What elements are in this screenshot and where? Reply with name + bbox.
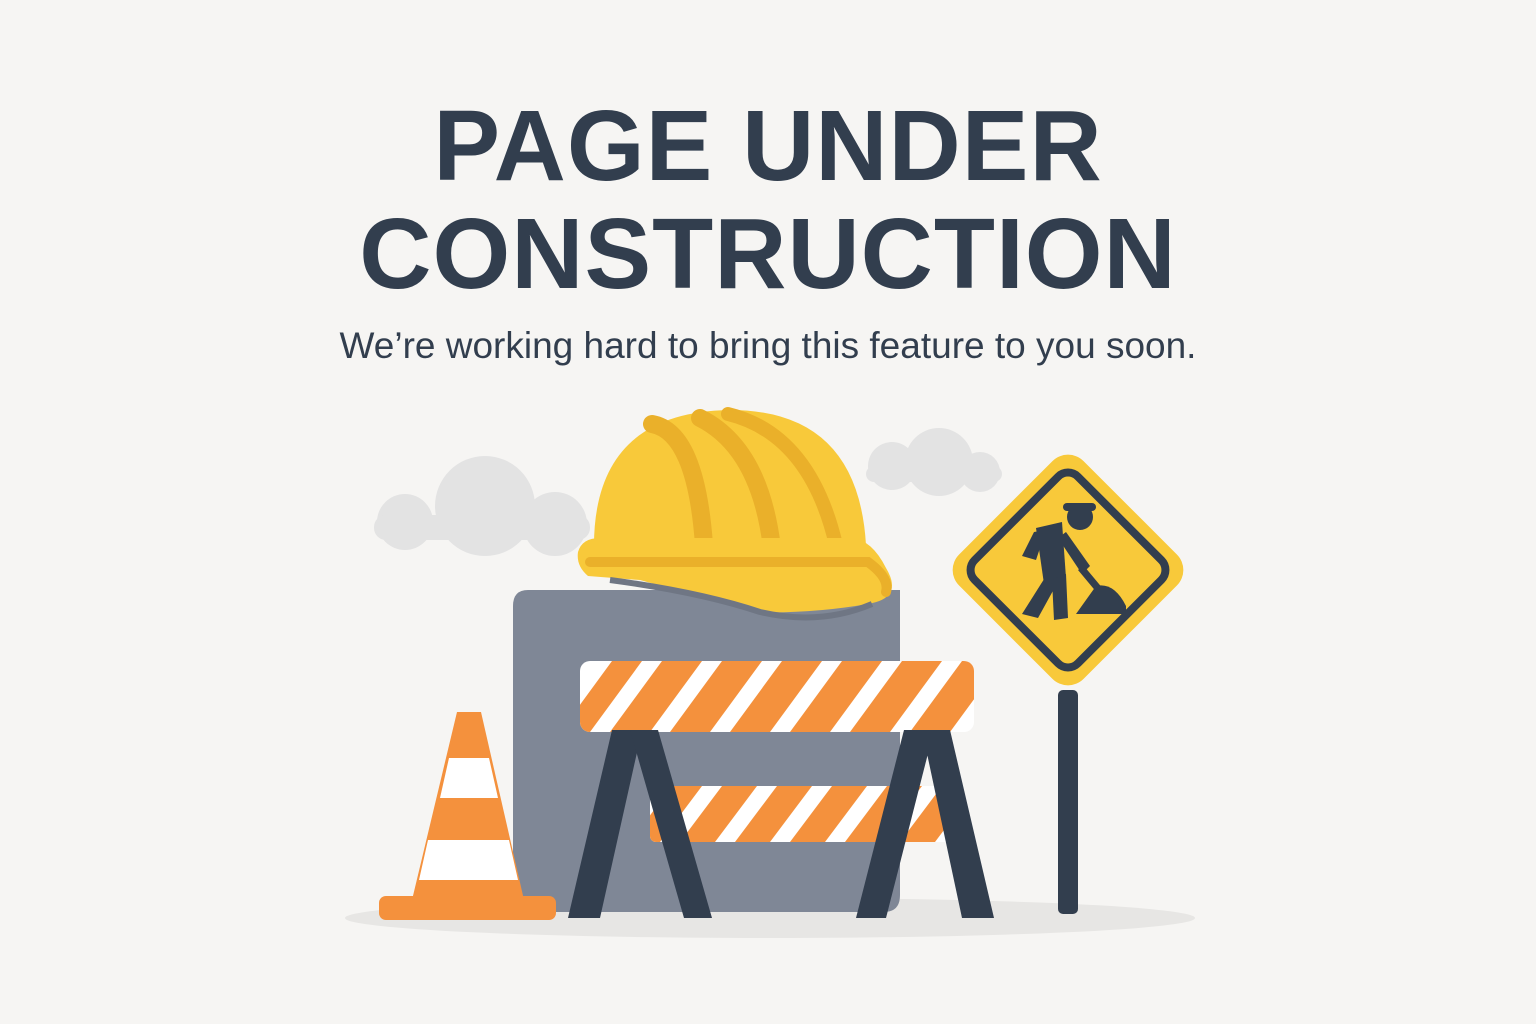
men-at-work-sign-icon bbox=[952, 454, 1184, 914]
under-construction-page: PAGE UNDER CONSTRUCTION We’re working ha… bbox=[0, 0, 1536, 1024]
cloud-icon bbox=[374, 456, 590, 556]
concrete-block bbox=[513, 590, 900, 912]
hard-hat-icon bbox=[577, 407, 892, 621]
construction-illustration bbox=[345, 407, 1195, 938]
cloud-icon bbox=[866, 428, 1002, 496]
